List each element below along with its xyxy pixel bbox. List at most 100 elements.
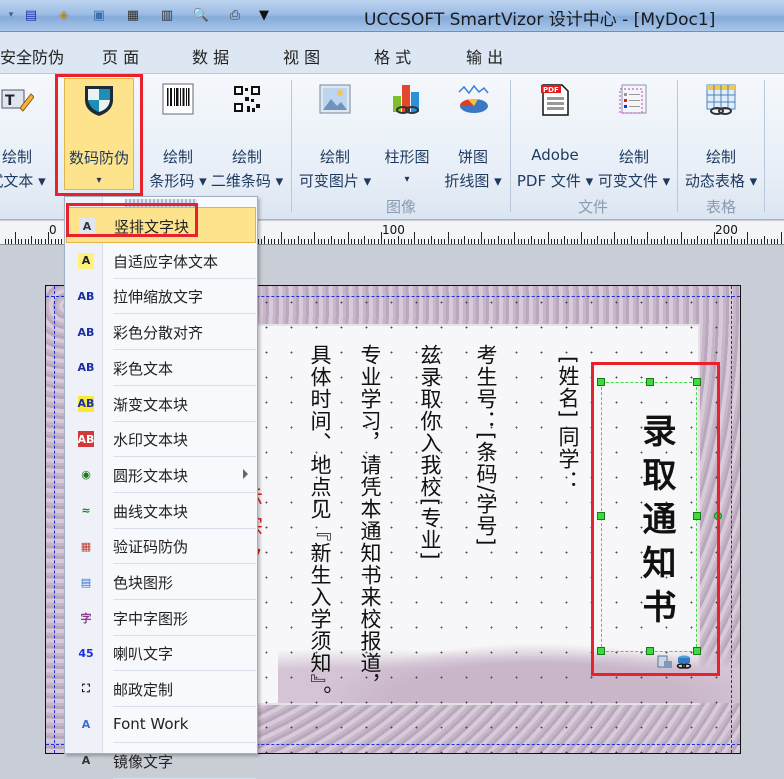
text-admission[interactable]: 兹录取你入我校[专业]: [418, 344, 442, 560]
zoom-preview-icon[interactable]: 🔍: [192, 6, 210, 24]
text-name-greeting[interactable]: [姓名] 同学：: [556, 356, 580, 492]
ruler-tick: [740, 239, 742, 244]
ruler-tick: [567, 239, 569, 244]
menu-item-gradient-text[interactable]: AB 渐变文本块: [66, 386, 256, 422]
ruler-tick: [504, 239, 506, 244]
draw-dynamic-table-button[interactable]: 绘制 动态表格 ▾: [682, 78, 760, 190]
data-link-icon[interactable]: [676, 655, 692, 669]
ruler-tick: [690, 239, 692, 244]
fill-icon[interactable]: ◈: [55, 6, 73, 24]
ruler-tick: [357, 239, 359, 244]
ruler-tick: [487, 239, 489, 244]
menu-item-color-text[interactable]: AB 彩色文本: [66, 350, 256, 386]
resize-handle[interactable]: [597, 378, 605, 386]
tab-security[interactable]: 安全防伪: [0, 44, 64, 68]
ruler-tick: [11, 239, 13, 244]
ruler-tick: [354, 239, 356, 244]
ruler-tick: [271, 239, 273, 244]
draw-variable-image-button[interactable]: 绘制 可变图片 ▾: [296, 78, 374, 190]
ruler-tick: [617, 239, 619, 244]
rotate-handle[interactable]: [714, 512, 722, 520]
ruler-tick: [28, 239, 30, 244]
ruler-tick: [773, 239, 775, 244]
text-exam-number[interactable]: 考生号：[条码/学号]: [474, 344, 498, 546]
menu-item-color-justify[interactable]: AB 彩色分散对齐: [66, 314, 256, 351]
menu-item-stretch-text[interactable]: AB 拉伸缩放文字: [66, 278, 256, 315]
tab-format[interactable]: 格 式: [374, 44, 411, 68]
resize-handle[interactable]: [646, 647, 654, 655]
select-all-icon[interactable]: ▣: [90, 6, 108, 24]
tab-page[interactable]: 页 面: [102, 44, 139, 68]
menu-item-curve-text[interactable]: ≈ 曲线文本块: [66, 493, 256, 529]
ruler-tick: [720, 239, 722, 244]
ruler-tick: [377, 239, 379, 244]
tab-output[interactable]: 输 出: [466, 44, 503, 68]
menu-item-fontwork[interactable]: A Font Work: [66, 707, 256, 743]
tab-data[interactable]: 数 据: [192, 44, 229, 68]
ruler-tick: [704, 239, 705, 244]
layout-icon[interactable]: ▦: [124, 6, 142, 24]
bar-chart-button[interactable]: 柱形图 ▾: [376, 78, 438, 190]
menu-item-captcha[interactable]: ▦ 验证码防伪: [66, 528, 256, 565]
menu-item-vertical-text[interactable]: A 竖排文字块: [66, 207, 256, 243]
print-icon[interactable]: ⎙: [226, 6, 244, 24]
resize-handle[interactable]: [693, 647, 701, 655]
menu-item-text-in-text[interactable]: 字 字中字图形: [66, 600, 256, 636]
menu-item-label: 渐变文本块: [113, 395, 189, 414]
dynamic-table-icon: [706, 84, 736, 115]
resize-handle[interactable]: [646, 378, 654, 386]
ruler-tick: [670, 239, 672, 244]
menu-item-color-block[interactable]: ▤ 色块图形: [66, 564, 256, 600]
menu-item-postal[interactable]: ⛶ 邮政定制: [66, 671, 256, 708]
resize-handle[interactable]: [693, 512, 701, 520]
ruler-tick: [397, 236, 399, 244]
draw-barcode-button[interactable]: 绘制 条形码 ▾: [146, 78, 210, 190]
selected-text-block[interactable]: 录取通知书: [601, 382, 697, 652]
menu-item-label: 邮政定制: [113, 681, 174, 700]
ruler-tick: [620, 239, 622, 244]
quick-access-dropdown-icon[interactable]: ▾: [2, 6, 20, 24]
customize-qa-icon[interactable]: ▼: [255, 6, 273, 24]
page-setup-icon[interactable]: ▤: [22, 6, 40, 24]
ruler-tick: [24, 239, 26, 244]
ruler-tick: [454, 239, 456, 244]
ruler-tick: [8, 239, 10, 244]
ruler-tick: [38, 239, 39, 244]
menu-item-autofit-text[interactable]: A 自适应字体文本: [66, 243, 256, 279]
ruler-tick: [650, 239, 652, 244]
resize-handle[interactable]: [597, 647, 605, 655]
ruler-tick: [514, 232, 516, 244]
draw-variable-file-button[interactable]: 绘制 可变文件 ▾: [596, 78, 672, 190]
ruler-tick: [4, 239, 6, 244]
ruler-tick: [557, 239, 559, 244]
ruler-tick: [464, 236, 466, 244]
tab-view[interactable]: 视 图: [283, 44, 320, 68]
draw-qrcode-button[interactable]: 绘制 二维条码 ▾: [210, 78, 284, 190]
text-properties-icon[interactable]: [657, 655, 673, 669]
ruler-tick: [507, 239, 509, 244]
adobe-pdf-button[interactable]: PDF Adobe PDF 文件 ▾: [514, 78, 596, 190]
fontwork-icon: A: [81, 718, 91, 732]
menu-item-watermark-text[interactable]: AB 水印文本块: [66, 421, 256, 458]
margin-guide-left: [54, 286, 55, 753]
ruler-tick: [707, 239, 709, 244]
ruler-tick: [524, 239, 526, 244]
resize-handle[interactable]: [597, 512, 605, 520]
draw-style-text-button[interactable]: T 绘制 式文本 ▾: [0, 78, 50, 190]
ruler-tick: [430, 236, 432, 244]
menu-item-horn-text[interactable]: 45 喇叭文字: [66, 635, 256, 672]
text-study-report[interactable]: 专业学习，请凭本通知书来校报道，: [358, 344, 382, 696]
pie-line-chart-button[interactable]: 饼图 折线图 ▾: [440, 78, 506, 190]
text-time-place[interactable]: 具体时间、地点见『新生入学须知』。: [308, 344, 332, 708]
print-preview-icon[interactable]: ▥: [158, 6, 176, 24]
menu-item-mirror-text[interactable]: A 镜像文字: [66, 743, 256, 779]
ruler-tick: [324, 239, 326, 244]
ruler-tick: [587, 239, 589, 244]
menu-item-circle-text[interactable]: ◉ 圆形文本块: [66, 457, 256, 493]
ruler-tick: [500, 239, 502, 244]
menu-resize-grip[interactable]: [125, 199, 197, 207]
digital-security-button[interactable]: 数码防伪 ▾: [64, 78, 134, 190]
qrcode-icon: [234, 86, 260, 112]
ruler-tick: [717, 239, 719, 244]
resize-handle[interactable]: [693, 378, 701, 386]
